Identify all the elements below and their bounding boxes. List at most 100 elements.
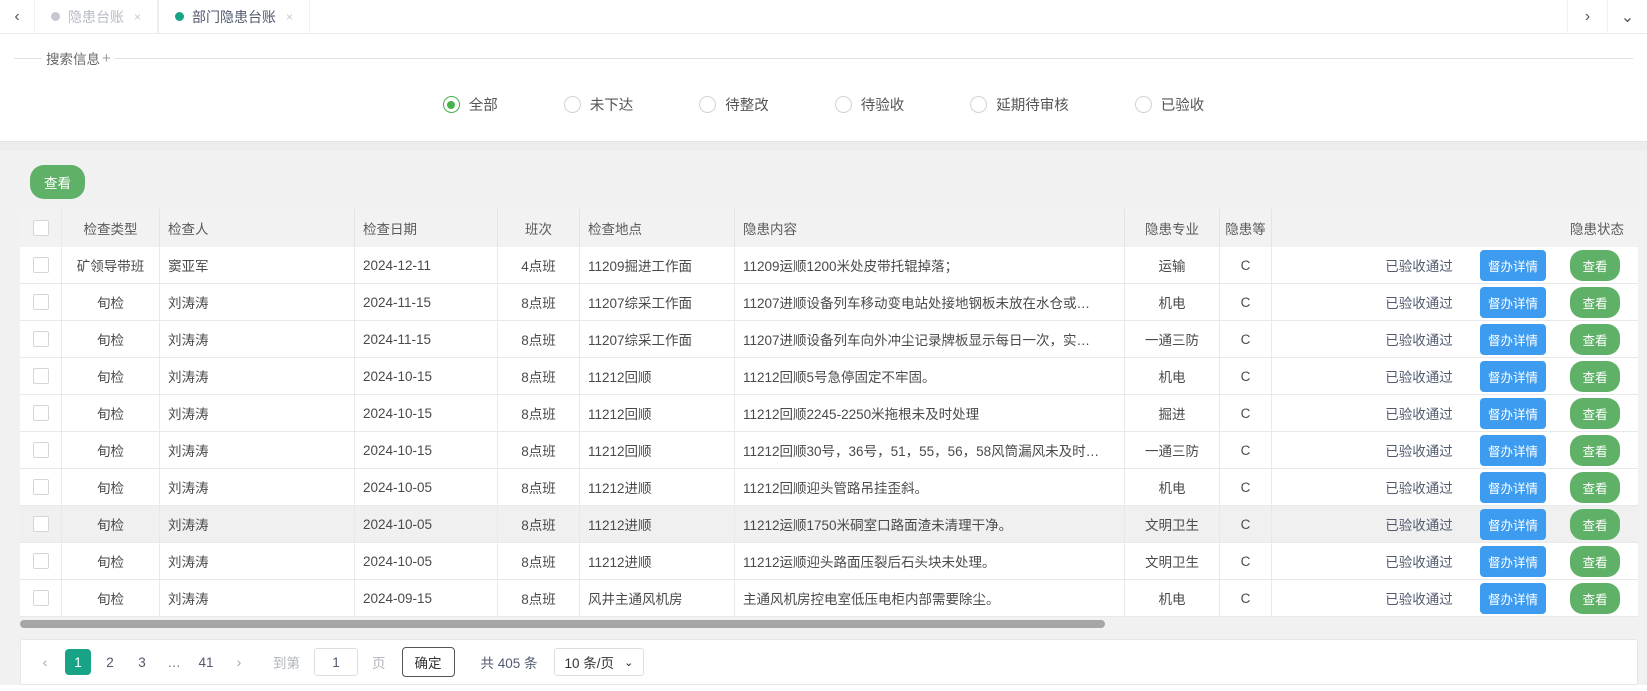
row-checkbox-cell [20, 284, 62, 320]
row-view-button[interactable]: 查看 [1570, 361, 1619, 392]
supervise-detail-button[interactable]: 督办详情 [1480, 250, 1546, 281]
confirm-page-button[interactable]: 确定 [402, 647, 455, 677]
supervise-detail-button[interactable]: 督办详情 [1480, 287, 1546, 318]
cell-type: 旬检 [62, 580, 160, 616]
cell-specialty: 掘进 [1125, 395, 1220, 431]
supervise-detail-button[interactable]: 督办详情 [1480, 361, 1546, 392]
row-checkbox[interactable] [33, 590, 49, 606]
cell-date: 2024-10-15 [355, 395, 498, 431]
supervise-detail-button[interactable]: 督办详情 [1480, 398, 1546, 429]
page-1[interactable]: 1 [65, 649, 91, 675]
cell-type: 旬检 [62, 321, 160, 357]
header-shift: 班次 [498, 209, 580, 247]
cell-inspector: 窦亚军 [160, 247, 355, 283]
row-checkbox[interactable] [33, 331, 49, 347]
row-view-button[interactable]: 查看 [1570, 472, 1619, 503]
cell-specialty: 一通三防 [1125, 321, 1220, 357]
radio-label: 已验收 [1161, 94, 1205, 115]
tabs-scroll-right-icon[interactable]: › [1567, 0, 1607, 33]
radio-已验收[interactable]: 已验收 [1135, 94, 1205, 115]
row-checkbox[interactable] [33, 442, 49, 458]
search-legend[interactable]: 搜索信息 + [42, 48, 115, 68]
cell-location: 11212进顺 [580, 506, 735, 542]
cell-level: C [1220, 543, 1272, 579]
header-location: 检查地点 [580, 209, 735, 247]
tab-close-icon[interactable]: × [286, 10, 293, 24]
radio-label: 待验收 [861, 94, 905, 115]
radio-未下达[interactable]: 未下达 [564, 94, 634, 115]
cell-action-supervise: 督办详情 [1474, 583, 1552, 614]
tab-close-icon[interactable]: × [134, 10, 141, 24]
row-checkbox-cell [20, 543, 62, 579]
row-checkbox[interactable] [33, 294, 49, 310]
row-checkbox[interactable] [33, 516, 49, 532]
supervise-detail-button[interactable]: 督办详情 [1480, 324, 1546, 355]
page-2[interactable]: 2 [97, 649, 123, 675]
horizontal-scrollbar [20, 619, 1638, 629]
cell-action-view: 查看 [1552, 472, 1638, 503]
cell-specialty: 机电 [1125, 358, 1220, 394]
tabs-scroll-left-icon[interactable]: ‹ [0, 0, 34, 33]
view-button[interactable]: 查看 [30, 165, 85, 199]
radio-label: 待整改 [725, 94, 769, 115]
table-toolbar: 查看 [20, 163, 1638, 209]
radio-unchecked-icon [1135, 96, 1152, 113]
next-page-icon[interactable]: › [225, 654, 253, 670]
cell-content: 11212回顺30号，36号，51，55，56，58风筒漏风未及时… [735, 432, 1125, 468]
tab-隐患台账[interactable]: 隐患台账× [34, 0, 158, 33]
table-row: 旬检刘涛涛2024-11-158点班11207综采工作面11207进顺设备列车移… [20, 284, 1638, 321]
radio-待验收[interactable]: 待验收 [835, 94, 905, 115]
header-type: 检查类型 [62, 209, 160, 247]
cell-date: 2024-10-05 [355, 469, 498, 505]
row-view-button[interactable]: 查看 [1570, 546, 1619, 577]
page-41[interactable]: 41 [193, 649, 219, 675]
row-view-button[interactable]: 查看 [1570, 324, 1619, 355]
cell-location: 11212回顺 [580, 432, 735, 468]
row-view-button[interactable]: 查看 [1570, 583, 1619, 614]
cell-inspector: 刘涛涛 [160, 321, 355, 357]
expand-plus-icon[interactable]: + [102, 50, 111, 67]
row-view-button[interactable]: 查看 [1570, 287, 1619, 318]
radio-全部[interactable]: 全部 [443, 94, 498, 115]
supervise-detail-button[interactable]: 督办详情 [1480, 583, 1546, 614]
row-checkbox-cell [20, 580, 62, 616]
cell-content: 11207进顺设备列车向外冲尘记录牌板显示每日一次，实… [735, 321, 1125, 357]
prev-page-icon[interactable]: ‹ [31, 654, 59, 670]
radio-延期待审核[interactable]: 延期待审核 [970, 94, 1069, 115]
row-checkbox[interactable] [33, 368, 49, 384]
cell-action-view: 查看 [1552, 546, 1638, 577]
radio-待整改[interactable]: 待整改 [699, 94, 769, 115]
supervise-detail-button[interactable]: 督办详情 [1480, 546, 1546, 577]
row-checkbox[interactable] [33, 405, 49, 421]
cell-shift: 4点班 [498, 247, 580, 283]
header-inspector: 检查人 [160, 209, 355, 247]
select-all-checkbox[interactable] [33, 220, 49, 236]
row-checkbox-cell [20, 432, 62, 468]
cell-location: 11212回顺 [580, 358, 735, 394]
goto-page-label: 到第 [273, 652, 300, 672]
row-checkbox[interactable] [33, 553, 49, 569]
pagination-bar: ‹ 123…41 › 到第 页 确定 共 405 条 10 条/页 ⌄ [20, 639, 1638, 685]
tabs-menu-chevron-down-icon[interactable]: ⌄ [1607, 0, 1647, 33]
row-checkbox[interactable] [33, 257, 49, 273]
cell-content: 11209运顺1200米处皮带托辊掉落； [735, 247, 1125, 283]
cell-specialty: 文明卫生 [1125, 543, 1220, 579]
active-tab-dot-icon [175, 12, 184, 21]
supervise-detail-button[interactable]: 督办详情 [1480, 435, 1546, 466]
row-view-button[interactable]: 查看 [1570, 509, 1619, 540]
page-size-caret-down-icon: ⌄ [624, 656, 633, 669]
supervise-detail-button[interactable]: 督办详情 [1480, 472, 1546, 503]
row-view-button[interactable]: 查看 [1570, 250, 1619, 281]
search-fieldset: 搜索信息 + 全部 未下达 待整改 待验收 延期待审核 已验收 [14, 48, 1633, 141]
horizontal-scrollbar-thumb[interactable] [20, 620, 1105, 628]
page-size-select[interactable]: 10 条/页 ⌄ [554, 648, 645, 676]
goto-page-input[interactable] [314, 648, 358, 676]
supervise-detail-button[interactable]: 督办详情 [1480, 509, 1546, 540]
row-checkbox[interactable] [33, 479, 49, 495]
tab-部门隐患台账[interactable]: 部门隐患台账× [158, 0, 310, 33]
row-view-button[interactable]: 查看 [1570, 435, 1619, 466]
page-3[interactable]: 3 [129, 649, 155, 675]
cell-action-supervise: 督办详情 [1474, 250, 1552, 281]
cell-type: 旬检 [62, 543, 160, 579]
row-view-button[interactable]: 查看 [1570, 398, 1619, 429]
